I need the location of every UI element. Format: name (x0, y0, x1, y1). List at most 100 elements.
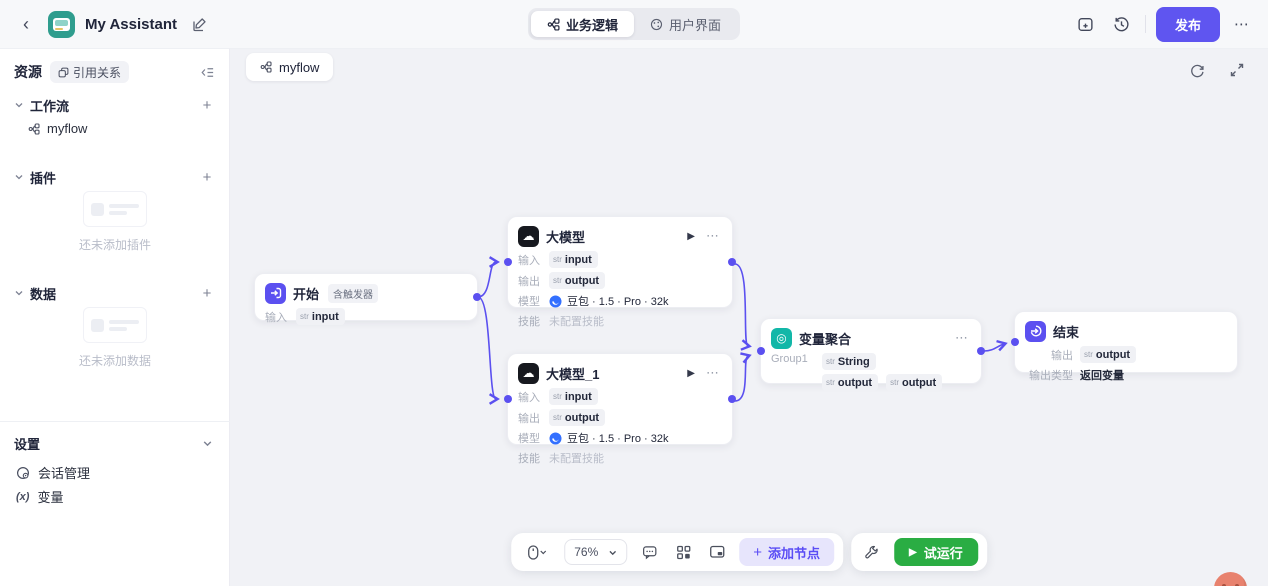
back-button[interactable]: ‹ (14, 12, 38, 36)
llm1-skill-label: 技能 (518, 450, 542, 466)
aggregate-input-port[interactable] (757, 347, 765, 355)
flow-tab-myflow[interactable]: myflow (246, 53, 333, 81)
node-llm-1[interactable]: ☁ 大模型_1 ▶ ⋯ 输入 strinput 输出 stroutput 模型 … (507, 353, 733, 445)
workflow-icon (260, 61, 272, 73)
llm-model-value: 豆包 · 1.5 · Pro · 32k (549, 293, 668, 309)
publish-button[interactable]: 发布 (1156, 7, 1220, 42)
publish-manage-icon[interactable] (1073, 11, 1099, 37)
llm1-output-tag: stroutput (549, 409, 605, 426)
add-plugin-button[interactable]: + (197, 167, 217, 187)
play-icon: ▶ (909, 547, 917, 558)
section-settings[interactable]: 设置 (14, 433, 217, 453)
data-skeleton-card (83, 307, 147, 343)
refresh-icon[interactable] (1184, 57, 1210, 83)
comment-button[interactable] (637, 540, 661, 564)
run-node-button[interactable]: ▶ (685, 229, 697, 244)
run-node-button[interactable]: ▶ (685, 366, 697, 381)
aggregate-output-port[interactable] (977, 347, 985, 355)
pointer-mode-button[interactable] (520, 540, 554, 564)
add-data-button[interactable]: + (197, 283, 217, 303)
workflow-canvas[interactable]: myflow 开始 含触发器 输入 str input ☁ (230, 48, 1268, 586)
node-end[interactable]: 结束 输出 stroutput 输出类型 返回变量 (1014, 311, 1238, 373)
workflow-icon (28, 123, 40, 135)
sidebar-item-session[interactable]: 会话管理 (16, 463, 217, 482)
assistant-helper-avatar[interactable] (1214, 572, 1247, 586)
llm-skill-label: 技能 (518, 313, 542, 329)
node-more-button[interactable]: ⋯ (704, 226, 722, 246)
llm1-model-value: 豆包 · 1.5 · Pro · 32k (549, 430, 668, 446)
sidebar-title: 资源 (14, 62, 42, 82)
node-aggregate[interactable]: ◎ 变量聚合 ⋯ Group1 strString stroutput stro… (760, 318, 982, 384)
edit-title-icon[interactable] (187, 11, 213, 37)
zoom-value: 76% (574, 545, 598, 559)
node-llm[interactable]: ☁ 大模型 ▶ ⋯ 输入 strinput 输出 stroutput 模型 豆包… (507, 216, 733, 308)
node-start[interactable]: 开始 含触发器 输入 str input (254, 273, 478, 321)
llm1-model-label: 模型 (518, 430, 542, 446)
reference-relation-pill[interactable]: 引用关系 (50, 61, 129, 83)
toolbar-run-group: ▶ 试运行 (851, 533, 987, 571)
workflow-icon (547, 18, 560, 31)
debug-tools-button[interactable] (860, 540, 884, 564)
end-output-type-value: 返回变量 (1080, 367, 1124, 383)
palette-icon (650, 18, 663, 31)
start-output-port[interactable] (473, 293, 481, 301)
data-empty-state: 还未添加数据 (0, 307, 230, 369)
llm1-input-port[interactable] (504, 395, 512, 403)
section-workflow[interactable]: 工作流 + (14, 95, 217, 115)
data-empty-text: 还未添加数据 (79, 352, 151, 369)
end-output-label: 输出 (1025, 347, 1073, 363)
type-badge: str (300, 312, 309, 321)
test-run-button[interactable]: ▶ 试运行 (894, 538, 978, 566)
variable-label: 变量 (37, 487, 63, 506)
comment-icon (642, 545, 657, 560)
tab-user-interface[interactable]: 用户界面 (634, 11, 737, 37)
sidebar-item-variable[interactable]: (x) 变量 (16, 487, 217, 506)
history-icon[interactable] (1109, 11, 1135, 37)
add-node-button[interactable]: + 添加节点 (739, 538, 834, 566)
minimap-button[interactable] (705, 540, 729, 564)
add-workflow-button[interactable]: + (197, 95, 217, 115)
chevron-down-icon[interactable] (14, 288, 24, 298)
llm-output-port[interactable] (728, 258, 736, 266)
aggregate-tag: strString (822, 353, 876, 370)
start-trigger-badge: 含触发器 (328, 284, 378, 303)
collapse-sidebar-icon[interactable] (197, 62, 217, 82)
end-icon (1025, 321, 1046, 342)
chevron-down-icon[interactable] (14, 100, 24, 110)
header-right: 发布 ⋯ (1073, 0, 1254, 48)
llm-input-port[interactable] (504, 258, 512, 266)
llm-icon: ☁ (518, 363, 539, 384)
llm-output-tag: stroutput (549, 272, 605, 289)
section-plugin-label: 插件 (30, 168, 56, 187)
auto-layout-button[interactable] (671, 540, 695, 564)
aggregate-tag: stroutput (822, 374, 878, 391)
sidebar-divider (0, 421, 230, 422)
header-more-button[interactable]: ⋯ (1230, 15, 1254, 33)
wrench-icon (865, 545, 880, 560)
llm-title: 大模型 (546, 227, 585, 246)
reference-label: 引用关系 (73, 64, 121, 81)
tab-user-interface-label: 用户界面 (669, 15, 721, 34)
node-more-button[interactable]: ⋯ (953, 328, 971, 348)
canvas-toolbar: 76% + 添加节点 ▶ 试运行 (511, 533, 987, 571)
tab-business-logic[interactable]: 业务逻辑 (531, 11, 634, 37)
zoom-select[interactable]: 76% (564, 539, 627, 565)
settings-chevron-icon[interactable] (197, 433, 217, 453)
sidebar-item-myflow[interactable]: myflow (28, 121, 217, 136)
section-data-label: 数据 (30, 284, 56, 303)
chevron-down-icon[interactable] (14, 172, 24, 182)
fullscreen-icon[interactable] (1224, 57, 1250, 83)
end-input-port[interactable] (1011, 338, 1019, 346)
aggregate-icon: ◎ (771, 328, 792, 349)
start-icon (265, 283, 286, 304)
section-data[interactable]: 数据 + (14, 283, 217, 303)
end-output-tag: stroutput (1080, 346, 1136, 363)
header-divider (1145, 15, 1146, 33)
minimap-icon (709, 545, 725, 559)
doubao-icon (549, 432, 562, 445)
node-more-button[interactable]: ⋯ (704, 363, 722, 383)
section-plugin[interactable]: 插件 + (14, 167, 217, 187)
section-workflow-label: 工作流 (30, 96, 69, 115)
llm1-output-port[interactable] (728, 395, 736, 403)
flow-tab-label: myflow (279, 60, 319, 75)
